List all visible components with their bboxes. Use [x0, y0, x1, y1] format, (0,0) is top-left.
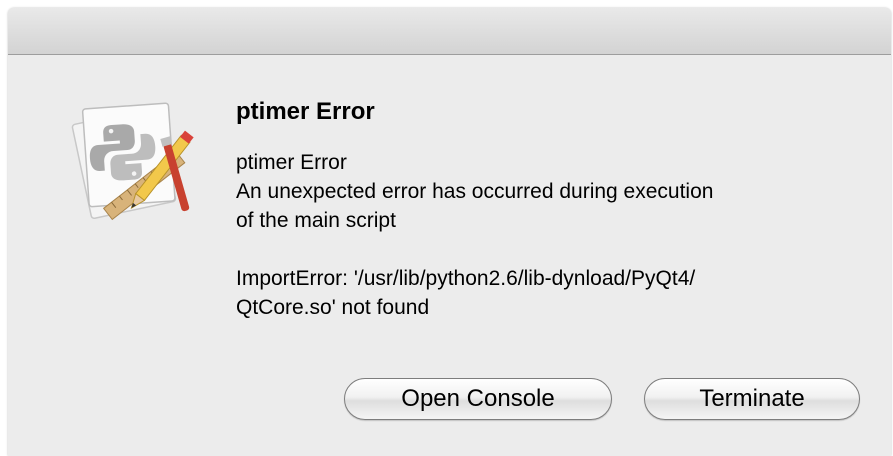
open-console-button[interactable]: Open Console [344, 378, 612, 420]
error-line-1: ImportError: '/usr/lib/python2.6/lib-dyn… [236, 267, 696, 290]
dialog-title: ptimer Error [236, 98, 375, 125]
error-line-2: QtCore.so' not found [236, 296, 430, 319]
python-launcher-icon [58, 88, 198, 228]
screen: ptimer Error ptimer Error An unexpected … [0, 0, 893, 456]
terminate-button[interactable]: Terminate [644, 378, 860, 420]
dialog-content: ptimer Error ptimer Error An unexpected … [236, 98, 856, 322]
message-line-1: An unexpected error has occurred during … [236, 180, 714, 203]
title-bar[interactable] [8, 8, 891, 55]
error-dialog-window: ptimer Error ptimer Error An unexpected … [8, 8, 891, 456]
message-heading: ptimer Error [236, 151, 347, 174]
button-row: Open Console Terminate [8, 378, 891, 422]
message-line-2: of the main script [236, 209, 396, 232]
